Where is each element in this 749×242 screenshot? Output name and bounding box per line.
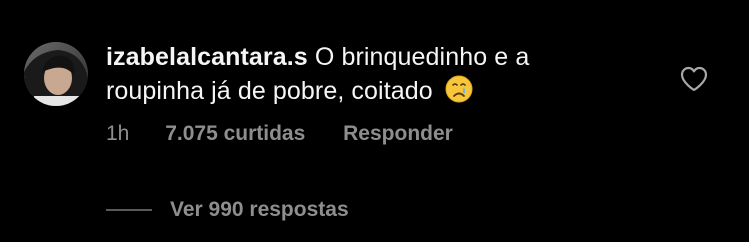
view-replies-button[interactable]: Ver 990 respostas (106, 198, 349, 222)
likes-count-link[interactable]: 7.075 curtidas (165, 122, 305, 145)
comment-item: izabelalcantara.s O brinquedinho e a rou… (0, 0, 749, 242)
avatar-image (24, 42, 88, 106)
comment-body: izabelalcantara.s O brinquedinho e a rou… (106, 40, 626, 113)
comment-text: izabelalcantara.s O brinquedinho e a rou… (106, 40, 626, 113)
username-link[interactable]: izabelalcantara.s (106, 43, 308, 71)
view-replies-label: Ver 990 respostas (170, 198, 349, 221)
crying-face-emoji-icon (444, 74, 474, 113)
heart-outline-icon[interactable] (680, 66, 708, 92)
replies-divider-line (106, 209, 152, 211)
avatar[interactable] (24, 42, 88, 106)
comment-time: 1h (106, 122, 130, 145)
reply-button[interactable]: Responder (343, 122, 453, 145)
comment-meta: 1h 7.075 curtidas Responder (106, 122, 453, 146)
